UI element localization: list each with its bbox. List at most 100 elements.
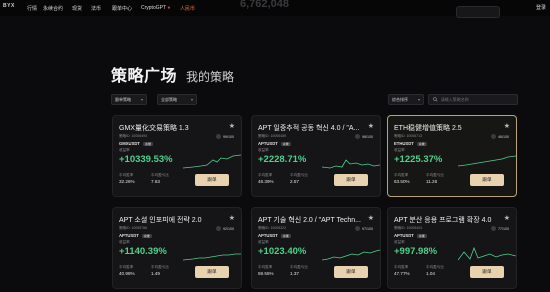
pnl-ratio-label: 平均盈亏比 (426, 265, 444, 269)
win-rate-label: 平均胜率 (258, 265, 273, 269)
tab-strategy-square[interactable]: 策略广场 (111, 62, 177, 86)
strategy-card[interactable]: GMX量化交易策略 1.3 ★ 策略ID: 10006494 99/100 GM… (112, 115, 242, 197)
nav-item-market[interactable]: 行情 (27, 5, 37, 12)
pnl-ratio-label: 平均盈亏比 (426, 173, 444, 177)
cryptogpt-label: CryptoGPT (141, 5, 166, 11)
strategy-card[interactable]: APT 기술 혁신 2.0 / "APT Techn... ★ 策略ID: 10… (251, 207, 381, 289)
user-avatar-icon (491, 134, 496, 139)
return-sparkline (458, 246, 516, 261)
win-rate-label: 平均胜率 (258, 173, 273, 177)
return-sparkline (322, 159, 380, 169)
star-icon[interactable]: ★ (504, 214, 510, 222)
strategy-title[interactable]: APT 기술 혁신 2.0 / "APT Techn... (258, 215, 362, 225)
strategy-id: 策略ID: 10005322 (258, 226, 287, 230)
login-link[interactable]: 登录 (536, 4, 546, 11)
trading-pair-label: GMXUSDT (119, 141, 140, 146)
strategy-title[interactable]: APT 분산 응용 프로그램 확장 4.0 (394, 215, 498, 225)
strategy-card[interactable]: APT 분산 응용 프로그램 확장 4.0 ★ 策略ID: 10005403 7… (387, 207, 517, 289)
filter-strategy-type[interactable]: 跟单策略 ▾ (111, 94, 147, 105)
followers-count: 99/100 (216, 134, 234, 139)
followers-count-value: 98/100 (362, 134, 373, 139)
trading-pair: APTUSDT 永续 (258, 233, 291, 238)
follow-button[interactable]: 跟单 (470, 266, 504, 278)
pnl-ratio-label: 平均盈亏比 (151, 173, 169, 177)
win-rate-label: 平均胜率 (119, 265, 134, 269)
nav-item-spot[interactable]: 现货 (72, 5, 82, 12)
logo[interactable]: BYX (3, 3, 21, 11)
strategy-id: 策略ID: 10006494 (119, 134, 148, 138)
pnl-ratio-value: 1.49 (151, 271, 160, 276)
nav-item-cryptogpt[interactable]: CryptoGPT ● (141, 5, 170, 11)
win-rate-value: 59.55% (258, 271, 274, 276)
strategy-title[interactable]: APT 소셜 인포피에 전략 2.0 (119, 215, 223, 225)
chevron-down-icon: ▾ (190, 97, 193, 102)
star-icon[interactable]: ★ (229, 214, 235, 222)
strategy-card[interactable]: APT 소셜 인포피에 전략 2.0 ★ 策略ID: 10005766 92/1… (112, 207, 242, 289)
search-input[interactable] (440, 97, 513, 102)
return-label: 收益率 (119, 240, 130, 244)
strategy-id: 策略ID: 10005766 (119, 226, 148, 230)
return-label: 收益率 (258, 240, 269, 244)
search-icon (433, 97, 438, 102)
user-avatar-icon (216, 134, 221, 139)
trading-pair: GMXUSDT 永续 (119, 141, 153, 146)
followers-count-value: 99/100 (223, 134, 234, 139)
tab-my-strategies[interactable]: 我的策略 (186, 68, 234, 85)
follow-button[interactable]: 跟单 (334, 266, 368, 278)
trading-pair: APTUSDT 永续 (119, 233, 152, 238)
follow-button[interactable]: 跟单 (470, 174, 504, 186)
return-value: +10339.53% (119, 154, 173, 165)
win-rate-label: 平均胜率 (119, 173, 134, 177)
contract-badge: 永续 (416, 142, 427, 146)
win-rate-value: 40.98% (119, 271, 135, 276)
follow-button[interactable]: 跟单 (195, 266, 229, 278)
strategy-title[interactable]: GMX量化交易策略 1.3 (119, 123, 223, 133)
strategy-id: 策略ID: 10006713 (394, 134, 423, 138)
followers-count: 46/100 (491, 134, 509, 139)
sort-select[interactable]: 综合排序 ▾ (388, 94, 424, 105)
user-avatar-icon (355, 226, 360, 231)
pnl-ratio-label: 平均盈亏比 (290, 265, 308, 269)
return-sparkline (322, 249, 380, 261)
nav-item-perpetual[interactable]: 永续合约 (43, 5, 63, 12)
win-rate-label: 平均胜率 (394, 265, 409, 269)
strategy-card[interactable]: APT 일중추적 공동 혁신 4.0 / "A... ★ 策略ID: 10006… (251, 115, 381, 197)
trading-pair-label: APTUSDT (258, 141, 278, 146)
star-icon[interactable]: ★ (229, 122, 235, 130)
strategy-title[interactable]: APT 일중추적 공동 혁신 4.0 / "A... (258, 123, 362, 133)
ghost-button[interactable] (456, 6, 500, 18)
search-box[interactable] (428, 94, 518, 105)
return-value: +1225.37% (394, 154, 443, 165)
return-sparkline (458, 155, 516, 167)
strategy-card[interactable]: ETH稳健增值策略 2.5 ★ 策略ID: 10006713 46/100 ET… (387, 115, 517, 197)
followers-count-value: 92/100 (223, 226, 234, 231)
return-value: +1140.39% (119, 246, 167, 257)
sort-select-label: 综合排序 (392, 96, 408, 102)
star-icon[interactable]: ★ (368, 122, 374, 130)
follow-button[interactable]: 跟单 (195, 174, 229, 186)
star-icon[interactable]: ★ (368, 214, 374, 222)
return-value: +1023.40% (258, 246, 307, 257)
filter-strategy-type-label: 跟单策略 (115, 96, 131, 102)
trading-pair: APTUSDT 永续 (258, 141, 291, 146)
return-label: 收益率 (394, 148, 405, 152)
win-rate-value: 63.50% (394, 179, 410, 184)
strategy-title[interactable]: ETH稳健增值策略 2.5 (394, 123, 498, 133)
strategy-id: 策略ID: 10006489 (258, 134, 287, 138)
nav-item-copy-trading[interactable]: 跟单中心 (112, 5, 132, 12)
pnl-ratio-value: 2.57 (290, 179, 299, 184)
filter-all-strategies[interactable]: 全部策略 ▾ (157, 94, 197, 105)
nav-item-fiat[interactable]: 法币 (91, 5, 101, 12)
return-value: +2228.71% (258, 154, 307, 165)
follow-button[interactable]: 跟单 (334, 174, 368, 186)
star-icon[interactable]: ★ (504, 122, 510, 130)
trading-pair-label: APTUSDT (394, 233, 414, 238)
nav-item-rmb[interactable]: 人民币 (180, 5, 195, 12)
followers-count-value: 97/100 (362, 226, 373, 231)
trading-pair-label: ETHUSDT (394, 141, 414, 146)
pnl-ratio-value: 7.63 (151, 179, 160, 184)
filter-all-strategies-label: 全部策略 (161, 96, 177, 102)
return-sparkline (183, 154, 241, 169)
followers-count-value: 46/100 (498, 134, 509, 139)
return-label: 收益率 (119, 148, 130, 152)
